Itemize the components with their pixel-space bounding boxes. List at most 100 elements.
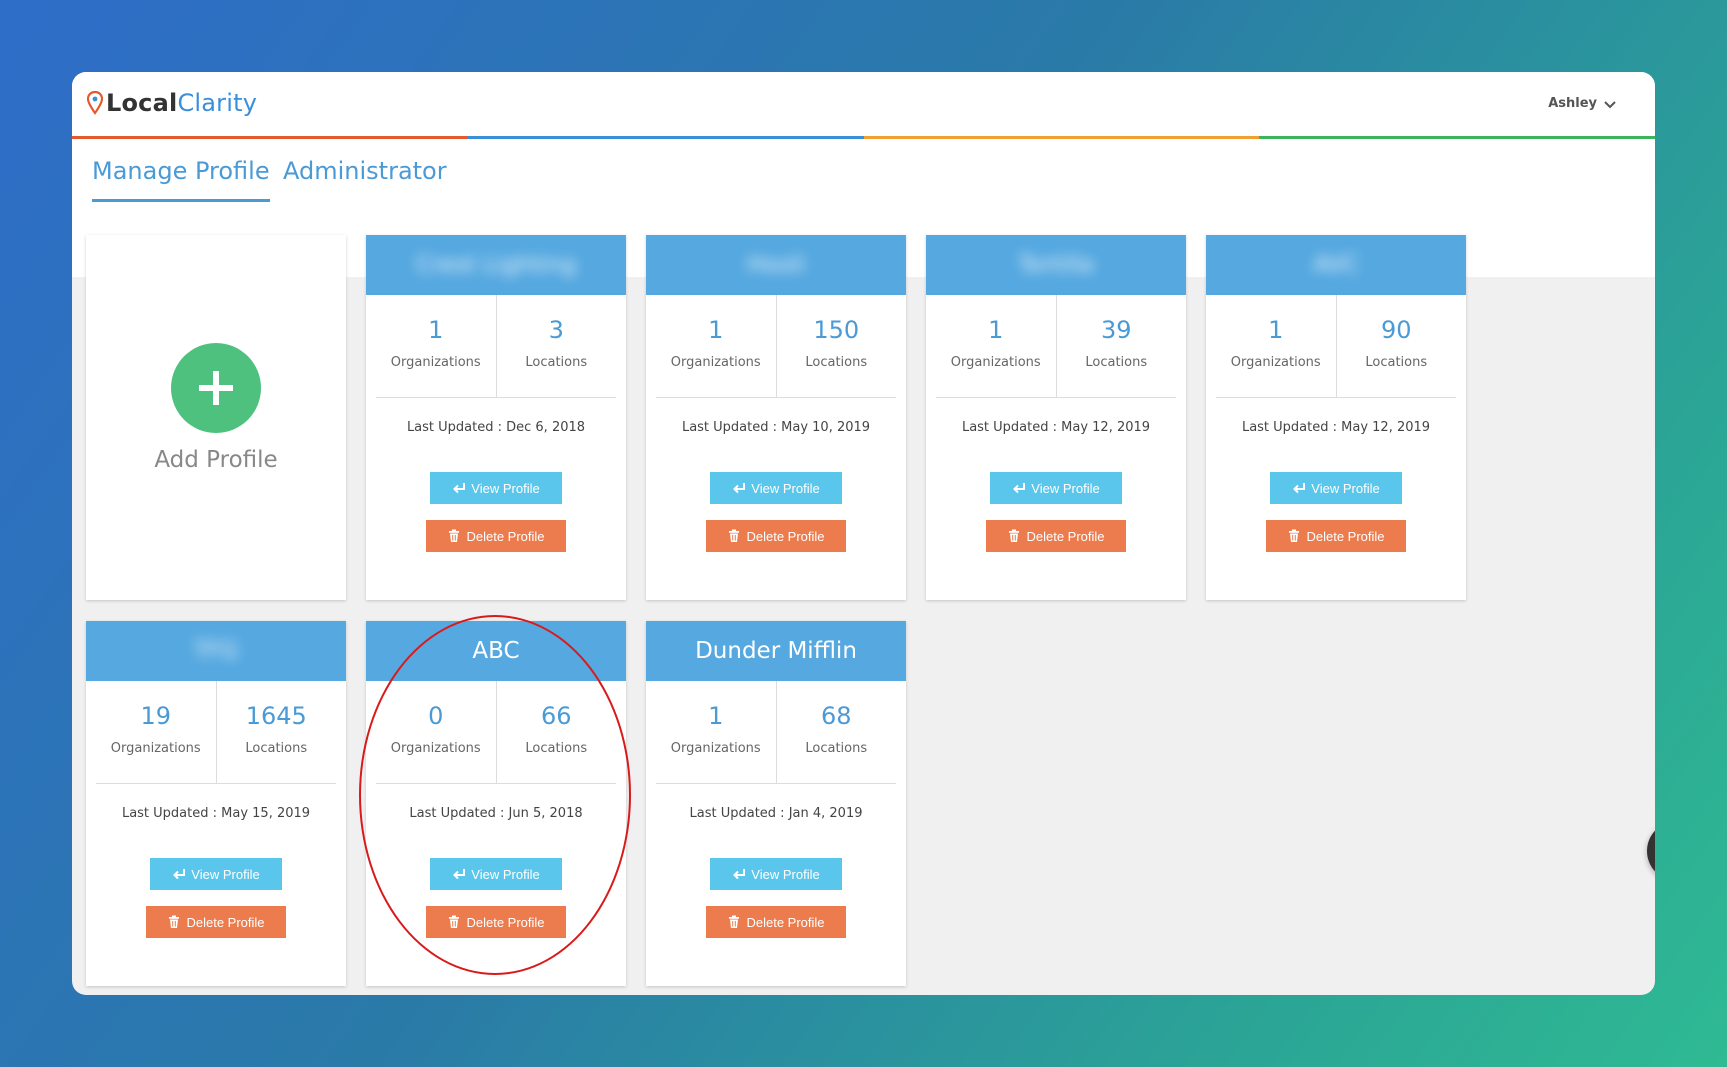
trash-icon bbox=[169, 915, 180, 928]
delete-profile-button[interactable]: Delete Profile bbox=[706, 520, 846, 552]
profile-card: Dunder Mifflin 1 Organizations 68 Locati… bbox=[646, 621, 906, 986]
locations-count: 150 bbox=[813, 316, 860, 344]
trash-icon bbox=[449, 529, 460, 542]
organizations-stat: 1 Organizations bbox=[936, 295, 1056, 397]
enter-arrow-icon bbox=[453, 869, 466, 880]
delete-profile-button[interactable]: Delete Profile bbox=[146, 906, 286, 938]
locations-count: 90 bbox=[1380, 316, 1412, 344]
enter-arrow-icon bbox=[173, 869, 186, 880]
delete-profile-button[interactable]: Delete Profile bbox=[706, 906, 846, 938]
profile-card: Crest Lighting 1 Organizations 3 Locatio… bbox=[366, 235, 626, 600]
locations-label: Locations bbox=[525, 355, 588, 370]
delete-profile-label: Delete Profile bbox=[466, 528, 545, 544]
add-profile-button[interactable] bbox=[171, 342, 261, 433]
view-profile-button[interactable]: View Profile bbox=[710, 472, 842, 504]
profile-card-header: Dunder Mifflin bbox=[646, 621, 906, 681]
organizations-count: 1 bbox=[988, 316, 1004, 344]
user-menu[interactable]: Ashley bbox=[1548, 96, 1617, 111]
profile-name: Tortilla bbox=[1018, 252, 1094, 278]
organizations-stat: 1 Organizations bbox=[1216, 295, 1336, 397]
profile-stats: 1 Organizations 68 Locations bbox=[656, 681, 896, 784]
logo-text: LocalClarity bbox=[106, 89, 257, 117]
trash-icon bbox=[729, 915, 740, 928]
organizations-label: Organizations bbox=[950, 355, 1041, 370]
view-profile-button[interactable]: View Profile bbox=[430, 858, 562, 890]
profile-stats: 0 Organizations 66 Locations bbox=[376, 681, 616, 784]
locations-stat: 90 Locations bbox=[1335, 295, 1457, 397]
organizations-count: 19 bbox=[140, 702, 172, 730]
chevron-down-icon bbox=[1604, 100, 1616, 108]
profile-name: Hooli bbox=[746, 252, 806, 278]
view-profile-label: View Profile bbox=[1311, 480, 1380, 496]
organizations-label: Organizations bbox=[390, 355, 481, 370]
profile-stats: 1 Organizations 90 Locations bbox=[1216, 295, 1456, 398]
locations-stat: 150 Locations bbox=[775, 295, 897, 397]
organizations-count: 1 bbox=[428, 316, 444, 344]
locations-count: 66 bbox=[540, 702, 572, 730]
last-updated: Last Updated : May 15, 2019 bbox=[121, 806, 311, 821]
profile-card: Hooli 1 Organizations 150 Locations Last… bbox=[646, 235, 906, 600]
tab-manage-profile[interactable]: Manage Profile bbox=[92, 157, 270, 202]
map-pin-icon bbox=[86, 91, 104, 115]
delete-profile-button[interactable]: Delete Profile bbox=[986, 520, 1126, 552]
view-profile-button[interactable]: View Profile bbox=[150, 858, 282, 890]
organizations-stat: 19 Organizations bbox=[96, 681, 216, 783]
delete-profile-label: Delete Profile bbox=[1026, 528, 1105, 544]
view-profile-label: View Profile bbox=[471, 480, 540, 496]
locations-count: 3 bbox=[548, 316, 564, 344]
view-profile-button[interactable]: View Profile bbox=[430, 472, 562, 504]
profile-name: ABC bbox=[472, 638, 520, 664]
profile-stats: 1 Organizations 150 Locations bbox=[656, 295, 896, 398]
add-profile-label: Add Profile bbox=[154, 446, 278, 473]
last-updated: Last Updated : Jan 4, 2019 bbox=[689, 806, 863, 821]
profile-stats: 1 Organizations 39 Locations bbox=[936, 295, 1176, 398]
delete-profile-button[interactable]: Delete Profile bbox=[426, 906, 566, 938]
user-name: Ashley bbox=[1548, 96, 1597, 111]
organizations-count: 1 bbox=[708, 702, 724, 730]
locations-label: Locations bbox=[1365, 355, 1428, 370]
view-profile-button[interactable]: View Profile bbox=[710, 858, 842, 890]
organizations-stat: 1 Organizations bbox=[376, 295, 496, 397]
last-updated: Last Updated : May 12, 2019 bbox=[961, 420, 1151, 435]
view-profile-label: View Profile bbox=[751, 866, 820, 882]
locations-stat: 1645 Locations bbox=[215, 681, 337, 783]
enter-arrow-icon bbox=[453, 483, 466, 494]
profile-card-header: ABC bbox=[366, 621, 626, 681]
profile-card-header: AVC bbox=[1206, 235, 1466, 295]
organizations-stat: 1 Organizations bbox=[656, 681, 776, 783]
tab-administrator[interactable]: Administrator bbox=[283, 157, 447, 199]
profile-card-header: Hooli bbox=[646, 235, 906, 295]
chat-launcher-button[interactable] bbox=[1647, 821, 1655, 881]
profile-card-header: Crest Lighting bbox=[366, 235, 626, 295]
profile-name: AVC bbox=[1312, 252, 1360, 278]
top-bar: LocalClarity Ashley bbox=[72, 72, 1655, 137]
locations-stat: 68 Locations bbox=[775, 681, 897, 783]
app-window: LocalClarity Ashley Manage Profile Admin… bbox=[72, 72, 1655, 995]
logo-clarity: Clarity bbox=[177, 89, 258, 117]
profile-card-header: Tortilla bbox=[926, 235, 1186, 295]
locations-stat: 39 Locations bbox=[1055, 295, 1177, 397]
trash-icon bbox=[1009, 529, 1020, 542]
delete-profile-label: Delete Profile bbox=[466, 914, 545, 930]
profile-card: TFG 19 Organizations 1645 Locations Last… bbox=[86, 621, 346, 986]
plus-icon bbox=[199, 370, 233, 405]
view-profile-label: View Profile bbox=[471, 866, 540, 882]
locations-label: Locations bbox=[1085, 355, 1148, 370]
enter-arrow-icon bbox=[1293, 483, 1306, 494]
organizations-count: 1 bbox=[1268, 316, 1284, 344]
add-profile-card[interactable]: Add Profile bbox=[86, 235, 346, 600]
organizations-count: 1 bbox=[708, 316, 724, 344]
view-profile-button[interactable]: View Profile bbox=[990, 472, 1122, 504]
delete-profile-label: Delete Profile bbox=[746, 528, 825, 544]
locations-label: Locations bbox=[805, 741, 868, 756]
organizations-label: Organizations bbox=[670, 741, 761, 756]
locations-count: 1645 bbox=[245, 702, 307, 730]
delete-profile-button[interactable]: Delete Profile bbox=[1266, 520, 1406, 552]
delete-profile-button[interactable]: Delete Profile bbox=[426, 520, 566, 552]
last-updated: Last Updated : May 10, 2019 bbox=[681, 420, 871, 435]
delete-profile-label: Delete Profile bbox=[746, 914, 825, 930]
profile-name: Crest Lighting bbox=[415, 252, 577, 278]
localclarity-logo[interactable]: LocalClarity bbox=[86, 89, 257, 117]
profile-card: ABC 0 Organizations 66 Locations Last Up… bbox=[366, 621, 626, 986]
view-profile-button[interactable]: View Profile bbox=[1270, 472, 1402, 504]
